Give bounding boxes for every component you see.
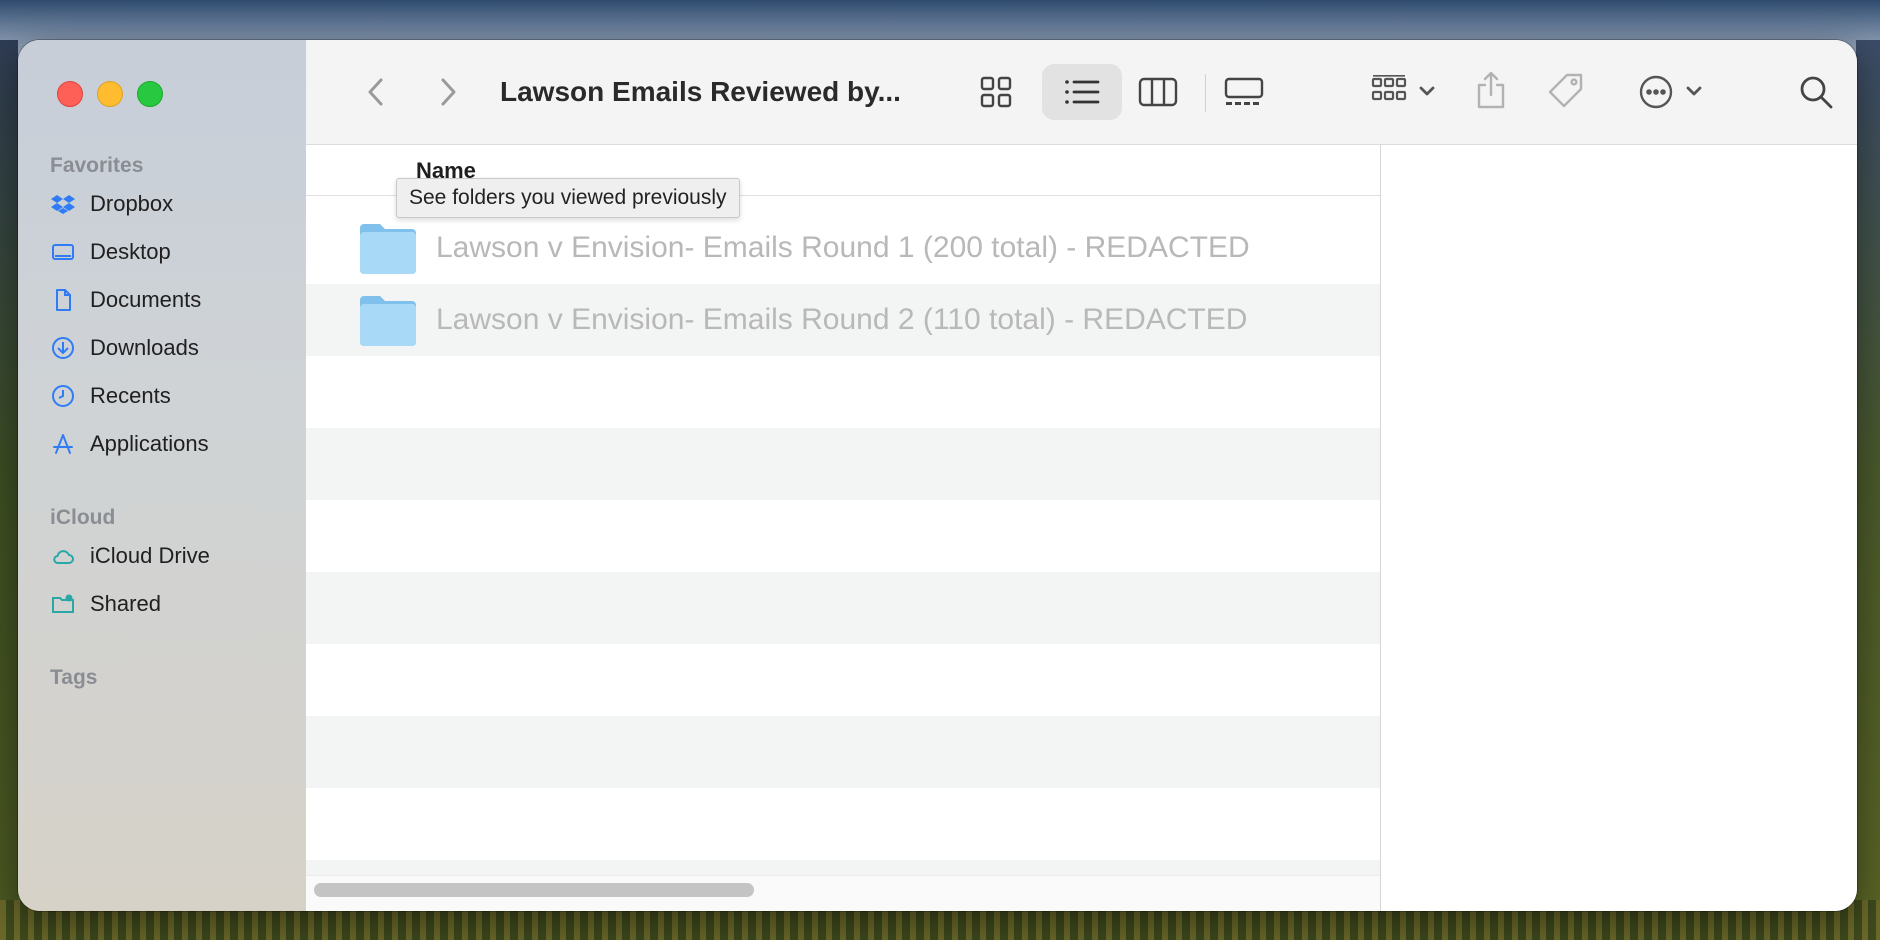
folder-icon bbox=[358, 220, 418, 276]
gallery-view-icon bbox=[1224, 77, 1264, 107]
icon-view-icon bbox=[980, 76, 1012, 108]
dropbox-icon bbox=[50, 191, 76, 217]
desktop-right-edge bbox=[1856, 40, 1880, 920]
empty-row-stripe bbox=[306, 572, 1380, 644]
folder-icon bbox=[358, 292, 418, 348]
back-button[interactable] bbox=[356, 72, 396, 112]
share-button[interactable] bbox=[1468, 64, 1514, 116]
desktop-icon bbox=[50, 239, 76, 265]
sidebar-item-label: Recents bbox=[90, 383, 171, 408]
sidebar-item-applications[interactable]: Applications bbox=[50, 424, 290, 464]
more-actions-button[interactable] bbox=[1636, 68, 1710, 116]
file-row[interactable]: Lawson v Envision- Emails Round 1 (200 t… bbox=[306, 212, 1380, 284]
sidebar-item-label: Applications bbox=[90, 431, 209, 456]
sidebar-item-label: iCloud Drive bbox=[90, 543, 210, 568]
document-icon bbox=[50, 287, 76, 313]
sidebar-item-label: Shared bbox=[90, 591, 161, 616]
shared-folder-icon bbox=[50, 591, 76, 617]
sidebar-item-label: Desktop bbox=[90, 239, 171, 264]
sidebar-item-downloads[interactable]: Downloads bbox=[50, 328, 290, 368]
list-view-button[interactable] bbox=[1046, 68, 1118, 116]
icon-view-button[interactable] bbox=[966, 68, 1026, 116]
sidebar-section-favorites: Favorites bbox=[50, 154, 144, 177]
window-title: Lawson Emails Reviewed by... bbox=[500, 76, 901, 107]
group-icon bbox=[1371, 75, 1441, 109]
gallery-view-button[interactable] bbox=[1214, 68, 1274, 116]
file-row[interactable]: Lawson v Envision- Emails Round 2 (110 t… bbox=[306, 284, 1380, 356]
applications-icon bbox=[50, 431, 76, 457]
clock-icon bbox=[50, 383, 76, 409]
sidebar: Favorites Dropbox Desktop Documents Down… bbox=[18, 40, 307, 911]
sidebar-item-label: Documents bbox=[90, 287, 202, 312]
sidebar-section-icloud: iCloud bbox=[50, 506, 116, 529]
sidebar-section-tags: Tags bbox=[50, 666, 98, 689]
download-icon bbox=[50, 335, 76, 361]
file-list: Name Lawson v Envision- Emails Round 1 (… bbox=[306, 145, 1381, 911]
preview-pane bbox=[1381, 145, 1857, 911]
desktop-left-edge bbox=[0, 40, 18, 920]
horizontal-scrollbar-thumb[interactable] bbox=[314, 883, 754, 897]
forward-icon bbox=[438, 77, 458, 107]
close-window-button[interactable] bbox=[57, 81, 83, 107]
finder-window: Favorites Dropbox Desktop Documents Down… bbox=[18, 40, 1857, 911]
empty-row-stripe bbox=[306, 428, 1380, 500]
search-button[interactable] bbox=[1794, 70, 1838, 114]
empty-row-stripe bbox=[306, 716, 1380, 788]
group-by-button[interactable] bbox=[1366, 68, 1446, 116]
minimize-window-button[interactable] bbox=[97, 81, 123, 107]
column-view-icon bbox=[1138, 77, 1178, 107]
sidebar-item-icloud-drive[interactable]: iCloud Drive bbox=[50, 536, 290, 576]
sidebar-item-recents[interactable]: Recents bbox=[50, 376, 290, 416]
more-actions-icon bbox=[1638, 74, 1708, 110]
share-icon bbox=[1476, 71, 1506, 109]
sidebar-item-desktop[interactable]: Desktop bbox=[50, 232, 290, 272]
file-name: Lawson v Envision- Emails Round 2 (110 t… bbox=[436, 303, 1248, 336]
back-icon bbox=[366, 77, 386, 107]
maximize-window-button[interactable] bbox=[137, 81, 163, 107]
toolbar-divider bbox=[1205, 74, 1206, 112]
list-view-icon bbox=[1064, 79, 1100, 105]
sidebar-item-shared[interactable]: Shared bbox=[50, 584, 290, 624]
toolbar: Lawson Emails Reviewed by... bbox=[306, 40, 1857, 145]
tag-button[interactable] bbox=[1542, 66, 1590, 116]
sidebar-item-label: Dropbox bbox=[90, 191, 174, 216]
back-button-tooltip: See folders you viewed previously bbox=[396, 178, 740, 218]
search-icon bbox=[1799, 75, 1833, 109]
sidebar-item-documents[interactable]: Documents bbox=[50, 280, 290, 320]
column-view-button[interactable] bbox=[1130, 68, 1186, 116]
tag-icon bbox=[1547, 72, 1585, 110]
sidebar-item-dropbox[interactable]: Dropbox bbox=[50, 184, 290, 224]
sidebar-item-label: Downloads bbox=[90, 335, 199, 360]
forward-button[interactable] bbox=[428, 72, 468, 112]
file-name: Lawson v Envision- Emails Round 1 (200 t… bbox=[436, 231, 1250, 264]
cloud-icon bbox=[50, 543, 76, 569]
